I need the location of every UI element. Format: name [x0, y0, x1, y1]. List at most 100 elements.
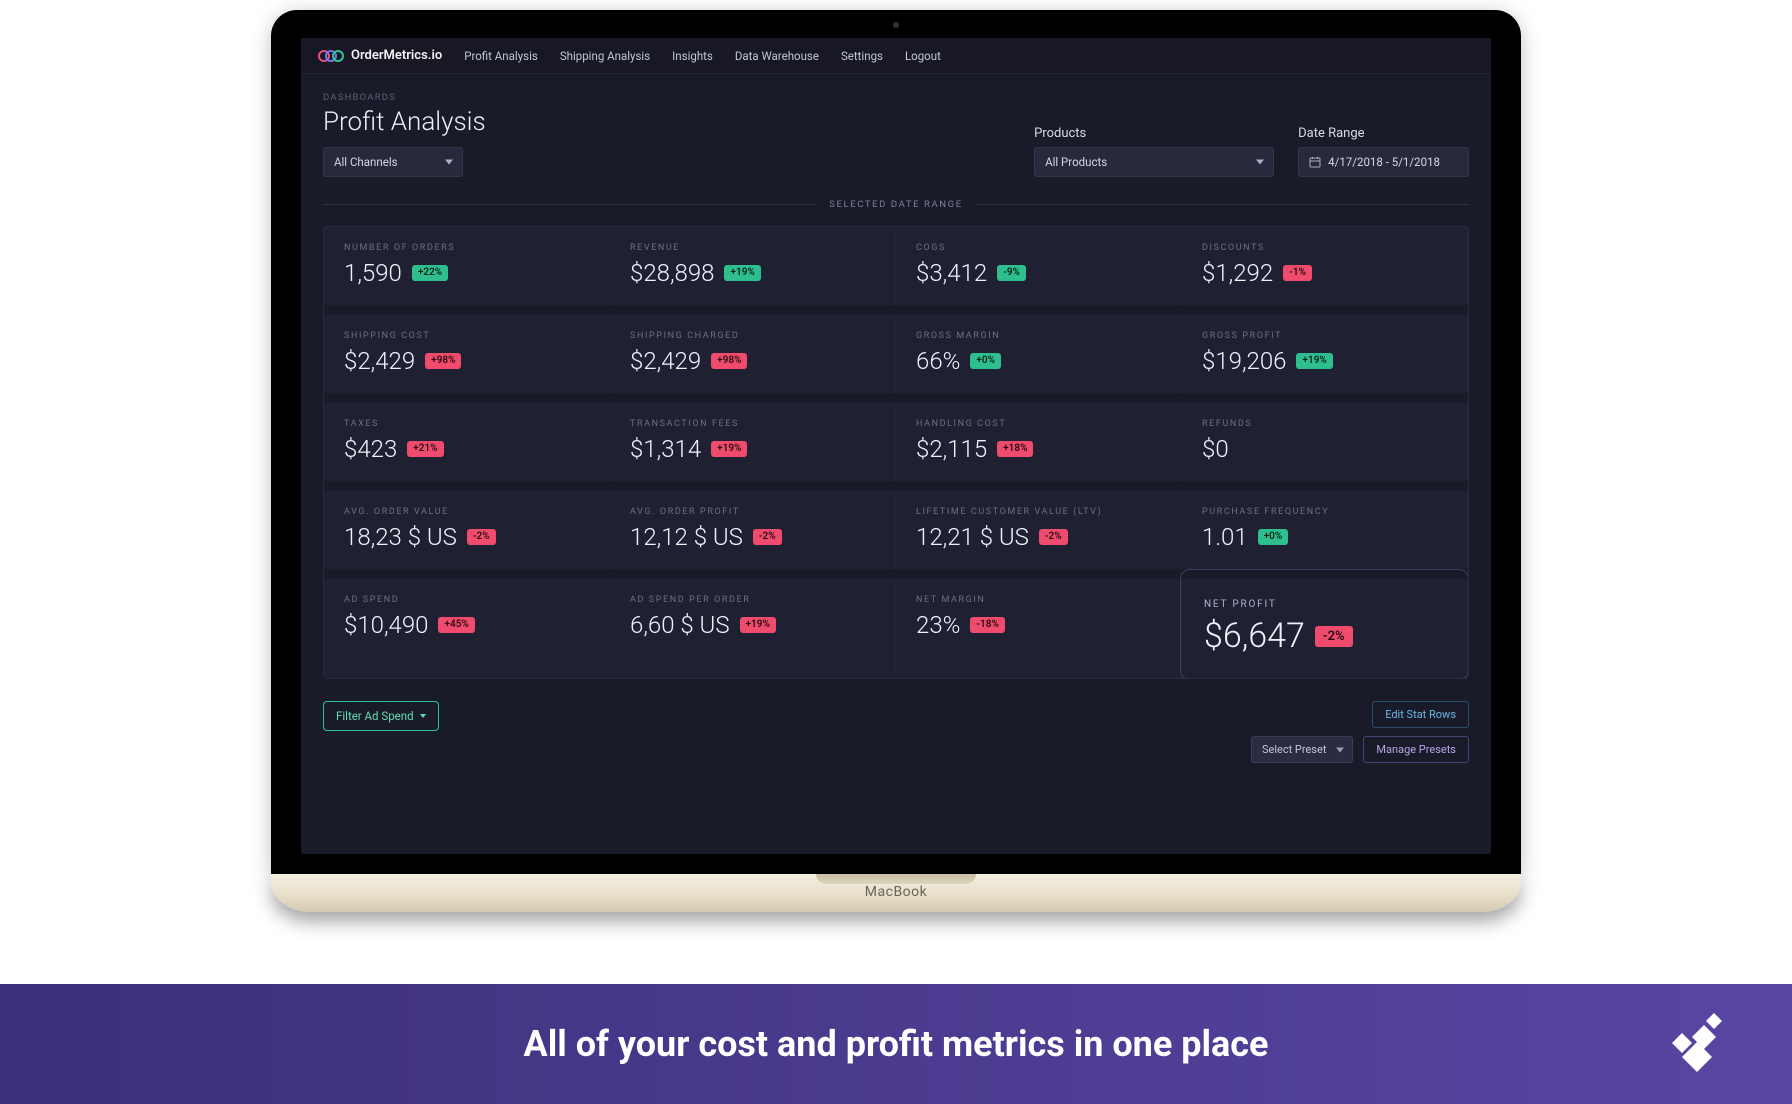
metric-delta-badge: -9% [997, 265, 1026, 281]
metric-label: Revenue [630, 243, 875, 253]
metric-value-row: $10,490+45% [344, 611, 589, 639]
metric-value: 12,12 $ US [630, 523, 743, 551]
page-content: DASHBOARDS Profit Analysis All Channels … [301, 74, 1491, 783]
metric-delta-badge: +98% [711, 353, 747, 369]
metric-delta-badge: +19% [711, 441, 747, 457]
nav-profit-analysis[interactable]: Profit Analysis [464, 49, 538, 63]
nav-data-warehouse[interactable]: Data Warehouse [735, 49, 819, 63]
metric-label: Discounts [1202, 243, 1447, 253]
metric-cell[interactable]: Shipping Charged$2,429+98% [610, 315, 896, 393]
brand-logo[interactable]: OrderMetrics.io [317, 48, 442, 63]
metric-value: 1,590 [344, 259, 402, 287]
metric-value-row: 12,12 $ US -2% [630, 523, 875, 551]
metric-label: Transaction Fees [630, 419, 875, 429]
metric-label: Purchase Frequency [1202, 507, 1447, 517]
metric-value-row: 18,23 $ US -2% [344, 523, 589, 551]
nav-shipping-analysis[interactable]: Shipping Analysis [560, 49, 650, 63]
metric-delta-badge: -2% [1315, 626, 1353, 647]
metric-label: Taxes [344, 419, 589, 429]
metric-value: $3,412 [916, 259, 987, 287]
metric-label: Lifetime Customer Value (LTV) [916, 507, 1161, 517]
metric-cell[interactable]: Net Profit$6,647-2% [1182, 579, 1468, 678]
metric-value-row: 6,60 $ US+19% [630, 611, 875, 639]
metric-cell[interactable]: Number of Orders 1,590 +22% [324, 227, 610, 305]
metric-value: $1,292 [1202, 259, 1273, 287]
manage-presets-button[interactable]: Manage Presets [1363, 736, 1469, 763]
nav-settings[interactable]: Settings [841, 49, 883, 63]
products-select[interactable]: All Products [1034, 147, 1274, 177]
metric-value-row: 1.01+0% [1202, 523, 1447, 551]
metric-cell[interactable]: Lifetime Customer Value (LTV) 12,21 $ US-… [896, 491, 1182, 569]
metric-cell[interactable]: Ad Spend $10,490+45% [324, 579, 610, 678]
metric-cell[interactable]: Revenue $28,898+19% [610, 227, 896, 305]
edit-stat-rows-button[interactable]: Edit Stat Rows [1372, 701, 1469, 728]
metric-cell[interactable]: Purchase Frequency 1.01+0% [1182, 491, 1468, 569]
metric-value-row: $2,115+18% [916, 435, 1161, 463]
metric-value: $6,647 [1204, 616, 1305, 656]
metric-value-row: $423+21% [344, 435, 589, 463]
top-nav: OrderMetrics.io Profit Analysis Shipping… [301, 38, 1491, 74]
metric-label: Ad Spend [344, 595, 589, 605]
metric-label: Number of Orders [344, 243, 589, 253]
metric-cell[interactable]: Avg. Order Profit12,12 $ US-2% [610, 491, 896, 569]
products-filter-label: Products [1034, 126, 1274, 141]
metric-value: 18,23 $ US [344, 523, 457, 551]
metric-value-row: $28,898+19% [630, 259, 875, 287]
metric-cell[interactable]: Net Margin23%-18% [896, 579, 1182, 678]
filter-ad-spend-button[interactable]: Filter Ad Spend [323, 701, 439, 731]
metric-cell[interactable]: Discounts$1,292-1% [1182, 227, 1468, 305]
date-range-value: 4/17/2018 - 5/1/2018 [1328, 155, 1440, 169]
metric-cell[interactable]: COGS $3,412 -9% [896, 227, 1182, 305]
metric-label: Gross Margin [916, 331, 1161, 341]
metric-value-row: $6,647 -2% [1204, 616, 1445, 656]
channel-select[interactable]: All Channels [323, 147, 463, 177]
metric-cell[interactable]: Gross Profit $19,206 +19% [1182, 315, 1468, 393]
metric-row: Avg. Order Value18,23 $ US-2%Avg. Order … [324, 481, 1468, 569]
laptop-base: MacBook [271, 874, 1521, 912]
metric-value: 12,21 $ US [916, 523, 1029, 551]
metric-value-row: 12,21 $ US -2% [916, 523, 1161, 551]
metric-value: 6,60 $ US [630, 611, 730, 639]
metric-cell[interactable]: Handling Cost$2,115+18% [896, 403, 1182, 481]
laptop-brand-label: MacBook [865, 884, 927, 900]
date-range-picker[interactable]: 4/17/2018 - 5/1/2018 [1298, 147, 1469, 177]
metric-cell[interactable]: Gross Margin66%+0% [896, 315, 1182, 393]
metric-cell[interactable]: Refunds$0 [1182, 403, 1468, 481]
preset-select[interactable]: Select Preset [1251, 736, 1353, 763]
metric-row: Ad Spend $10,490+45% Ad Spend Per Order6,6… [324, 569, 1468, 678]
metric-label: Refunds [1202, 419, 1447, 429]
metric-delta-badge: +0% [970, 353, 1001, 369]
metric-delta-badge: +98% [425, 353, 461, 369]
laptop-screen-frame: OrderMetrics.io Profit Analysis Shipping… [271, 10, 1521, 874]
products-select-value: All Products [1045, 155, 1107, 169]
metric-cell[interactable]: Avg. Order Value18,23 $ US-2% [324, 491, 610, 569]
metric-label: COGS [916, 243, 1161, 253]
metric-label: Gross Profit [1202, 331, 1447, 341]
channel-select-value: All Channels [334, 155, 398, 169]
metric-cell[interactable]: Shipping Cost$2,429+98% [324, 315, 610, 393]
nav-insights[interactable]: Insights [672, 49, 713, 63]
metric-value: $1,314 [630, 435, 701, 463]
metric-value: $19,206 [1202, 347, 1286, 375]
metric-value-row: $19,206 +19% [1202, 347, 1447, 375]
laptop-mockup: OrderMetrics.io Profit Analysis Shipping… [271, 10, 1521, 912]
metric-delta-badge: +19% [1296, 353, 1332, 369]
nav-logout[interactable]: Logout [905, 49, 941, 63]
metric-cell[interactable]: Transaction Fees $1,314 +19% [610, 403, 896, 481]
metric-delta-badge: -2% [753, 529, 782, 545]
metric-delta-badge: -2% [1039, 529, 1068, 545]
edit-stat-rows-label: Edit Stat Rows [1385, 708, 1456, 721]
divider-label: SELECTED DATE RANGE [815, 199, 977, 210]
metric-value: $2,429 [630, 347, 701, 375]
metric-value: $2,429 [344, 347, 415, 375]
metric-cell[interactable]: Ad Spend Per Order6,60 $ US+19% [610, 579, 896, 678]
metric-delta-badge: -2% [467, 529, 496, 545]
metric-cell[interactable]: Taxes $423+21% [324, 403, 610, 481]
metric-delta-badge: +22% [412, 265, 448, 281]
banner-logo-icon [1662, 1007, 1732, 1081]
metric-value-row: $2,429 +98% [344, 347, 589, 375]
calendar-icon [1309, 156, 1321, 168]
metric-delta-badge: +45% [438, 617, 474, 633]
banner-headline: All of your cost and profit metrics in o… [524, 1023, 1269, 1065]
metric-value: $28,898 [630, 259, 714, 287]
